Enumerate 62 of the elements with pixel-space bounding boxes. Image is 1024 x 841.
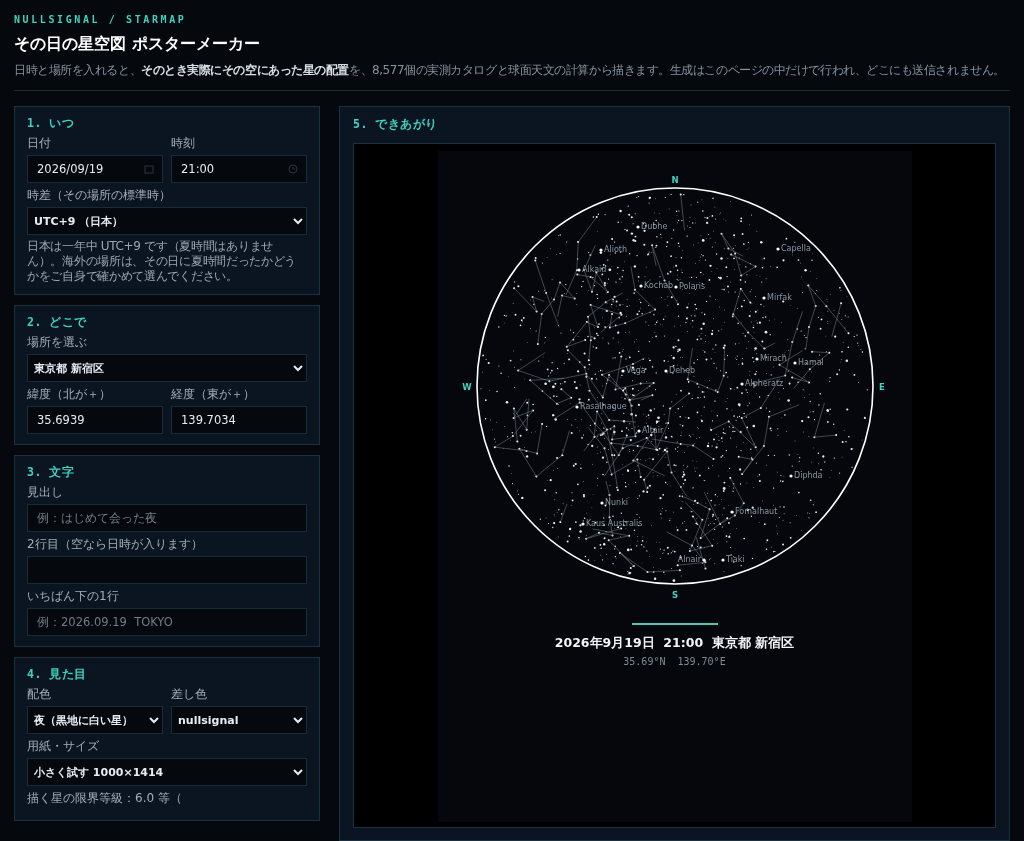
star-label: Kochab xyxy=(643,281,673,290)
help-text: 日本は一年中 UTC+9 です（夏時間はありません）。海外の場所は、その日に夏時間だったかどうかをご自身で確かめて選んでください。 xyxy=(27,239,298,284)
input-field[interactable]: 例：2026.09.19 TOKYO xyxy=(27,608,307,636)
compass-label: N xyxy=(670,175,679,185)
input-field[interactable]: 例：はじめて会った夜 xyxy=(27,504,307,532)
star-label: Alpheratz xyxy=(744,379,783,388)
coordinates-text: 35.69°N 139.70°E xyxy=(623,656,726,667)
star-label: Alnair xyxy=(677,555,701,564)
clock-icon xyxy=(288,164,298,174)
dropdown[interactable]: UTC+9 （日本） xyxy=(27,207,307,235)
field-label: 時刻 xyxy=(171,135,196,152)
input-field[interactable]: 139.7034 xyxy=(171,406,307,434)
star-label: Hamal xyxy=(797,358,824,367)
date-field[interactable]: 2026/09/19 xyxy=(27,155,163,183)
input-field[interactable]: 35.6939 xyxy=(27,406,163,434)
input-field[interactable] xyxy=(27,556,307,584)
dropdown[interactable]: 東京都 新宿区 xyxy=(27,354,307,382)
star-label: Alkaid xyxy=(581,265,606,274)
star-label: Vega xyxy=(625,366,646,375)
panel-title: 2. どこで xyxy=(27,315,88,330)
panel-title: 5. できあがり xyxy=(353,117,439,132)
panel-title: 4. 見た目 xyxy=(27,667,88,682)
dropdown[interactable]: nullsignal xyxy=(171,706,307,734)
star-label: Altair xyxy=(641,426,663,435)
field-label: 日付 xyxy=(27,135,52,152)
star-label: Fomalhaut xyxy=(734,507,777,516)
dropdown[interactable]: 小さく試す 1000×1414 xyxy=(27,758,307,786)
star-label: Diphda xyxy=(793,471,822,480)
star-label: Deneb xyxy=(668,366,695,375)
star-label: Nunki xyxy=(604,498,628,507)
field-label: 時差（その場所の標準時） xyxy=(27,187,172,204)
panel-title: 1. いつ xyxy=(27,116,76,131)
field-label: 用紙・サイズ xyxy=(27,738,100,755)
field-label: 描く星の限界等級：6.0 等（ xyxy=(27,790,183,807)
panel-title: 3. 文字 xyxy=(27,465,76,480)
field-label: 差し色 xyxy=(171,686,208,703)
field-label: 2行目（空なら日時が入ります） xyxy=(27,536,204,553)
compass-label: S xyxy=(671,590,678,600)
star-label: Polaris xyxy=(678,282,705,291)
field-label: 場所を選ぶ xyxy=(27,334,88,351)
star-label: Capella xyxy=(780,244,811,253)
dropdown[interactable]: 夜（黒地に白い星） xyxy=(27,706,163,734)
field-label: 経度（東が＋） xyxy=(171,386,256,403)
poster-caption: 2026年9月19日 21:00 東京都 新宿区 xyxy=(554,635,795,652)
compass-label: W xyxy=(461,382,472,392)
description-text: 日時と場所を入れると、そのとき実際にその空にあった星の配置を、8,577個の実測カタログと球面天文の計算から描きます。生成はこのページの中だけで行われ、どこにも送信されません。 xyxy=(14,62,1006,79)
star-label: Kaus Australis xyxy=(585,519,642,528)
field-label: いちばん下の1行 xyxy=(27,588,120,605)
field-label: 配色 xyxy=(27,686,52,703)
star-label: Mirfak xyxy=(766,293,792,302)
time-field[interactable]: 21:00 xyxy=(171,155,307,183)
field-label: 緯度（北が＋） xyxy=(27,386,112,403)
page-title: その日の星空図 ポスターメーカー xyxy=(14,34,261,55)
compass-label: E xyxy=(878,382,885,392)
star-label: Dubhe xyxy=(640,222,667,231)
brand-label: NULLSIGNAL / STARMAP xyxy=(14,14,188,25)
star-label: Rasalhague xyxy=(579,402,627,411)
star-label: Tiaki xyxy=(725,555,745,564)
field-label: 見出し xyxy=(27,484,64,501)
calendar-icon xyxy=(144,164,154,174)
star-label: Mirach xyxy=(759,354,787,363)
star-label: Alioth xyxy=(603,245,627,254)
